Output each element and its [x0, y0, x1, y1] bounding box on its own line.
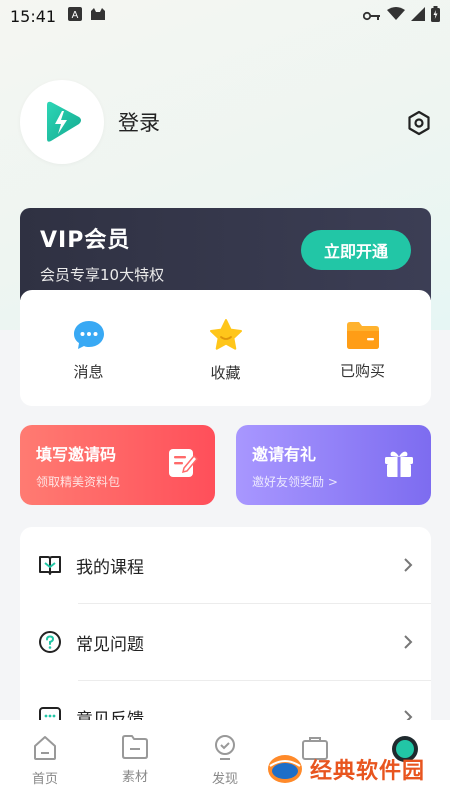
quick-item-purchased[interactable]: 已购买 [313, 320, 413, 381]
edit-note-icon [167, 447, 199, 483]
cat-icon [90, 7, 106, 25]
folder-icon [122, 735, 148, 759]
watermark-text: 经典软件园 [310, 759, 426, 784]
gift-icon [383, 447, 415, 483]
home-icon [34, 736, 56, 760]
menu-list: 我的课程 常见问题 意见反馈 [20, 527, 431, 737]
keyboard-a-icon: A [68, 7, 83, 25]
status-time: 15:41 [10, 6, 57, 26]
bulb-icon [215, 735, 235, 760]
menu-item-label: 常见问题 [76, 634, 144, 655]
invite-gift-card[interactable]: 邀请有礼 邀好友领奖励 > [236, 425, 431, 505]
key-icon [362, 7, 381, 25]
tab-materials[interactable]: 素材 [90, 720, 180, 800]
invite-code-card[interactable]: 填写邀请码 领取精美资料包 [20, 425, 215, 505]
menu-item-faq[interactable]: 常见问题 [20, 604, 431, 680]
chevron-right-icon [404, 558, 413, 572]
chevron-right-icon [404, 635, 413, 649]
profile-header[interactable]: 登录 [20, 80, 160, 164]
wifi-icon [387, 7, 405, 25]
status-bar: 15:41 A [0, 0, 450, 32]
signal-icon [411, 7, 425, 25]
quick-actions-card: 消息 收藏 已购买 [20, 290, 431, 406]
chat-icon [73, 320, 104, 349]
avatar[interactable] [20, 80, 104, 164]
quick-item-label: 已购买 [339, 361, 385, 380]
svg-text:A: A [72, 10, 79, 21]
quick-item-messages[interactable]: 消息 [39, 319, 139, 382]
folder-icon [346, 321, 379, 349]
battery-icon [431, 6, 440, 26]
tab-home[interactable]: 首页 [0, 720, 90, 800]
watermark: 经典软件园 [266, 752, 425, 786]
tab-label: 首页 [31, 772, 58, 787]
question-icon [39, 631, 61, 653]
vip-activate-button[interactable]: 立即开通 [301, 230, 411, 270]
tab-discover[interactable]: 发现 [180, 720, 270, 800]
quick-item-favorites[interactable]: 收藏 [176, 318, 276, 383]
menu-item-my-courses[interactable]: 我的课程 [20, 527, 431, 603]
settings-icon[interactable] [406, 110, 432, 136]
book-icon [39, 556, 61, 575]
watermark-logo-icon [268, 755, 302, 783]
tab-label: 素材 [121, 770, 148, 785]
menu-item-label: 我的课程 [76, 557, 144, 578]
app-logo-icon [47, 101, 81, 142]
star-icon [209, 318, 242, 350]
vip-card[interactable]: VIP会员 会员专享10大特权 立即开通 [20, 208, 431, 300]
quick-item-label: 收藏 [210, 363, 241, 382]
tab-label: 发现 [211, 772, 238, 787]
quick-item-label: 消息 [73, 362, 104, 381]
login-label[interactable]: 登录 [118, 107, 160, 137]
